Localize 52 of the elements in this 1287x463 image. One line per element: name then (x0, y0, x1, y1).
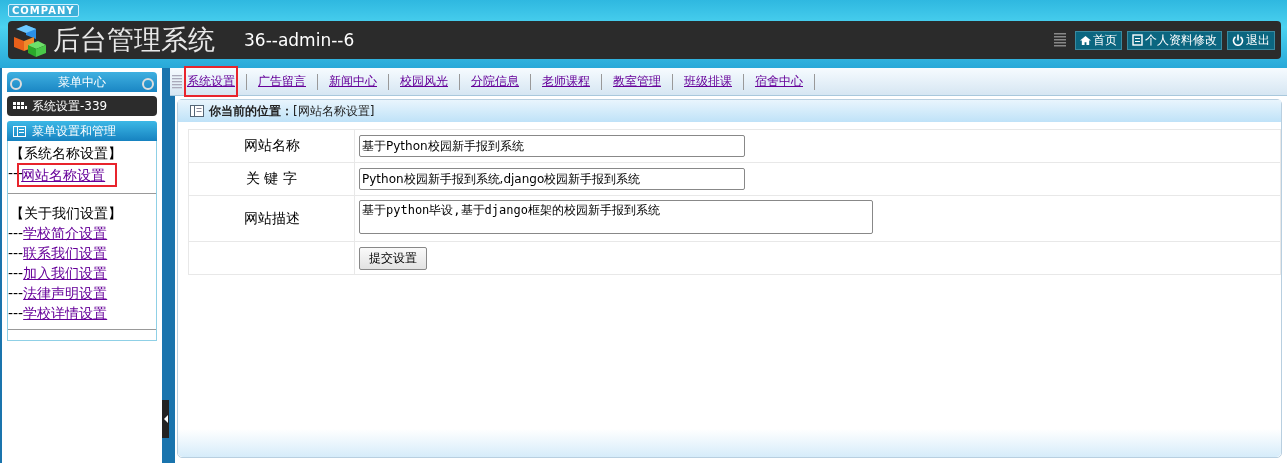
grid-icon (13, 101, 27, 111)
dash-prefix: --- (8, 284, 24, 303)
nav-tab[interactable]: 老师课程 (539, 66, 593, 97)
module-bar[interactable]: 系统设置-339 (7, 96, 157, 116)
home-icon (1080, 34, 1091, 46)
submit-button[interactable]: 提交设置 (359, 246, 427, 270)
menu-link[interactable]: 加入我们设置 (23, 263, 108, 283)
nav-tab[interactable]: 校园风光 (397, 66, 451, 97)
user-label: 36--admin--6 (244, 30, 355, 50)
nav-tab[interactable]: 新闻中心 (326, 66, 380, 97)
ring-icon (142, 78, 154, 90)
menu-link[interactable]: 学校详情设置 (23, 303, 108, 323)
dash-prefix: --- (8, 304, 24, 323)
breadcrumb: 你当前的位置：[网站名称设置] (209, 102, 375, 120)
document-icon (1132, 34, 1143, 46)
lines-icon (1054, 33, 1066, 47)
dash-prefix: --- (8, 264, 24, 283)
ring-icon (10, 78, 22, 90)
menu-link[interactable]: 学校简介设置 (23, 223, 108, 243)
list-icon (13, 125, 26, 137)
home-button[interactable]: 首页 (1075, 30, 1122, 50)
nav-tab[interactable]: 教室管理 (610, 66, 664, 97)
dash-prefix: --- (8, 224, 24, 243)
panel-title: 菜单设置和管理 (32, 122, 116, 140)
text-area[interactable]: 基于python毕设,基于django框架的校园新手报到系统 (359, 200, 873, 234)
nav-tab[interactable]: 班级排课 (681, 66, 735, 97)
dash-prefix: --- (8, 244, 24, 263)
field-label: 网站名称 (188, 129, 355, 163)
collapse-handle[interactable] (162, 400, 169, 438)
text-field[interactable]: Python校园新手报到系统,django校园新手报到系统 (359, 168, 745, 190)
company-badge: COMPANY (8, 3, 79, 17)
nav-tab[interactable]: 广告留言 (255, 66, 309, 97)
list-icon (190, 105, 204, 117)
menu-link[interactable]: 联系我们设置 (23, 243, 108, 263)
nav-tab[interactable]: 系统设置 (184, 66, 238, 97)
power-icon (1232, 34, 1244, 46)
module-label: 系统设置-339 (32, 97, 108, 115)
grip-icon (172, 74, 182, 89)
field-label: 网站描述 (188, 195, 355, 242)
menu-title: 菜单中心 (58, 73, 106, 91)
logout-button[interactable]: 退出 (1227, 30, 1275, 50)
group-title: 【关于我们设置】 (9, 204, 123, 223)
field-label: 关 键 字 (188, 162, 355, 196)
nav-tab[interactable]: 宿舍中心 (752, 66, 806, 97)
cubes-logo-icon (12, 23, 46, 57)
menu-link[interactable]: 网站名称设置 (17, 163, 118, 187)
profile-button[interactable]: 个人资料修改 (1127, 30, 1222, 50)
nav-tab[interactable]: 分院信息 (468, 66, 522, 97)
text-field[interactable]: 基于Python校园新手报到系统 (359, 135, 745, 157)
group-title: 【系统名称设置】 (9, 144, 123, 163)
menu-link[interactable]: 法律声明设置 (23, 283, 108, 303)
app-title: 后台管理系统 (53, 23, 215, 57)
